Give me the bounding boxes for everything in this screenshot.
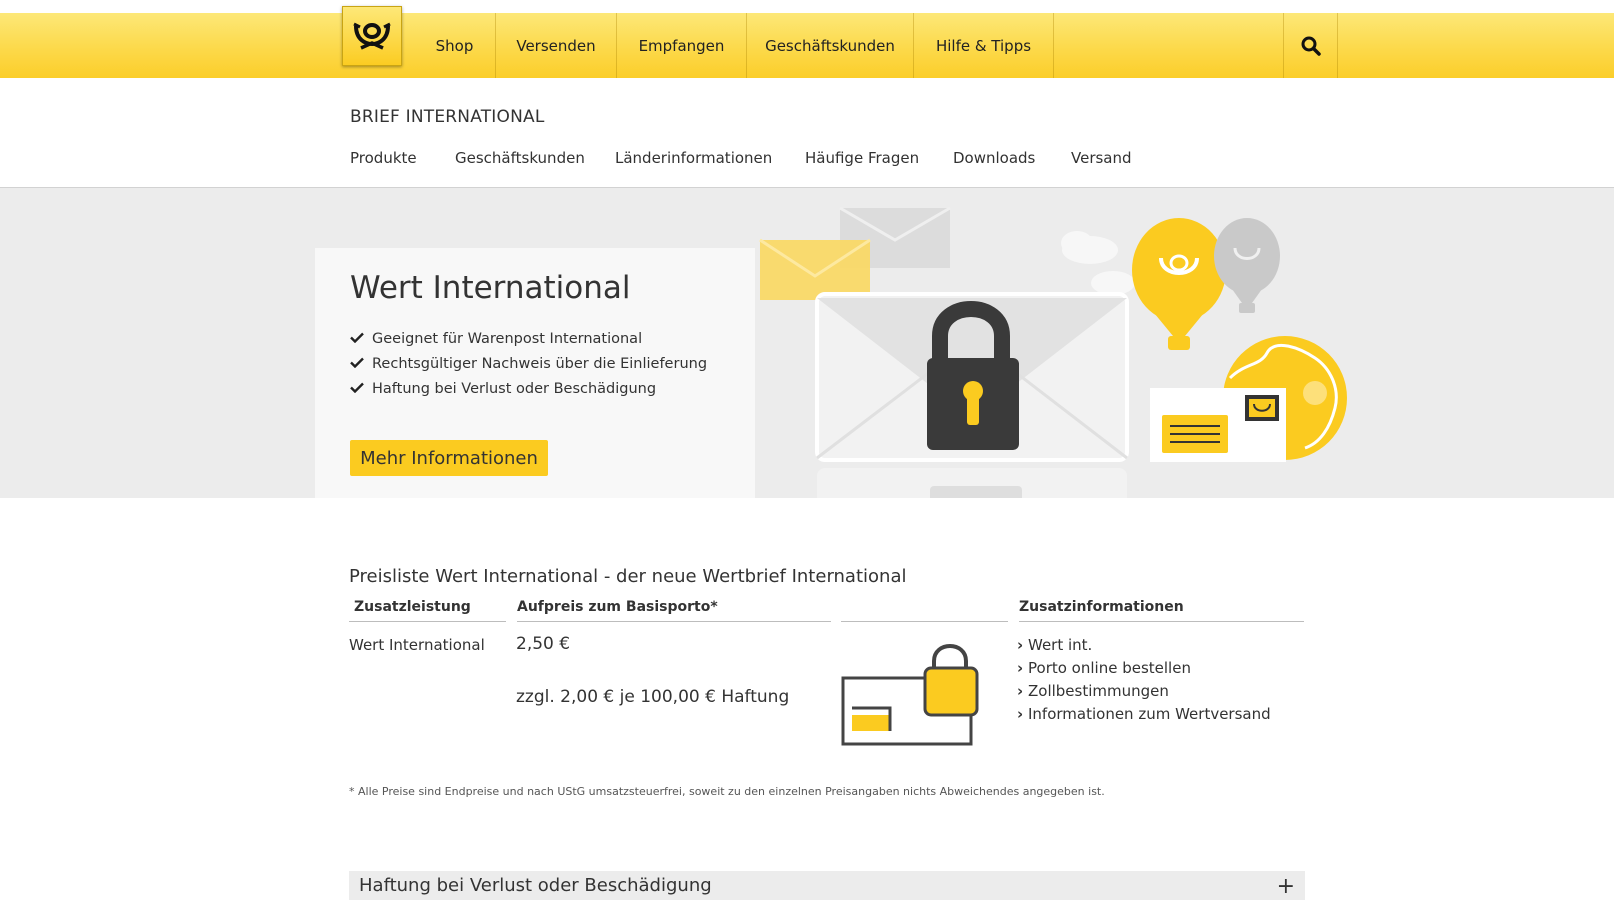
- link-text: Zollbestimmungen: [1028, 681, 1169, 700]
- hero-bullet-list: Geeignet für Warenpost International Rec…: [350, 326, 707, 401]
- search-button[interactable]: [1283, 13, 1338, 78]
- divider: [517, 621, 831, 622]
- posthorn-icon: [353, 22, 391, 50]
- column-header-info: Zusatzinformationen: [1019, 599, 1184, 615]
- cell-service: Wert International: [349, 636, 485, 654]
- link-text: Wert int.: [1028, 635, 1093, 654]
- bullet-text: Geeignet für Warenpost International: [372, 330, 643, 347]
- search-icon: [1301, 36, 1321, 56]
- accordion-liability[interactable]: Haftung bei Verlust oder Beschädigung +: [349, 871, 1305, 900]
- chevron-right-icon: ›: [1017, 704, 1024, 723]
- accordion-label: Haftung bei Verlust oder Beschädigung: [359, 875, 712, 896]
- check-icon: [350, 356, 372, 372]
- nav-hilfe-tipps[interactable]: Hilfe & Tipps: [914, 13, 1054, 78]
- more-info-button[interactable]: Mehr Informationen: [350, 440, 548, 476]
- column-header-service: Zusatzleistung: [354, 599, 471, 615]
- subnav-downloads[interactable]: Downloads: [953, 149, 1035, 167]
- plus-icon: +: [1276, 874, 1295, 899]
- list-item: Rechtsgültiger Nachweis über die Einlief…: [350, 351, 707, 376]
- link-wert-int[interactable]: › Wert int.: [1017, 633, 1271, 656]
- list-item: Haftung bei Verlust oder Beschädigung: [350, 376, 707, 401]
- column-header-surcharge: Aufpreis zum Basisporto*: [517, 599, 718, 615]
- check-icon: [350, 381, 372, 397]
- nav-shop[interactable]: Shop: [414, 13, 496, 78]
- check-icon: [350, 331, 372, 347]
- subnav-geschaeftskunden[interactable]: Geschäftskunden: [455, 149, 585, 167]
- section-title: BRIEF INTERNATIONAL: [350, 107, 545, 127]
- chevron-right-icon: ›: [1017, 635, 1024, 654]
- price-footnote: * Alle Preise sind Endpreise und nach US…: [349, 785, 1105, 798]
- link-text: Porto online bestellen: [1028, 658, 1191, 677]
- link-text: Informationen zum Wertversand: [1028, 704, 1271, 723]
- subnav-versand[interactable]: Versand: [1071, 149, 1132, 167]
- subnav-produkte[interactable]: Produkte: [350, 149, 417, 167]
- list-item: Geeignet für Warenpost International: [350, 326, 707, 351]
- divider: [841, 621, 1008, 622]
- divider: [349, 621, 506, 622]
- link-porto-online[interactable]: › Porto online bestellen: [1017, 656, 1271, 679]
- hero-title: Wert International: [350, 270, 631, 306]
- posthorn-logo[interactable]: [342, 6, 402, 66]
- hero-illustration: [759, 206, 1347, 498]
- value-letter-lock-icon: [841, 644, 979, 746]
- nav-versenden[interactable]: Versenden: [496, 13, 617, 78]
- bullet-text: Haftung bei Verlust oder Beschädigung: [372, 380, 657, 397]
- nav-geschaeftskunden[interactable]: Geschäftskunden: [747, 13, 914, 78]
- divider: [1019, 621, 1304, 622]
- chevron-right-icon: ›: [1017, 658, 1024, 677]
- hero-card: Wert International Geeignet für Warenpos…: [315, 248, 755, 498]
- cell-liability: zzgl. 2,00 € je 100,00 € Haftung: [516, 687, 790, 707]
- subnav-laenderinformationen[interactable]: Länderinformationen: [615, 149, 772, 167]
- link-wertversand[interactable]: › Informationen zum Wertversand: [1017, 702, 1271, 725]
- nav-empfangen[interactable]: Empfangen: [617, 13, 747, 78]
- link-zollbestimmungen[interactable]: › Zollbestimmungen: [1017, 679, 1271, 702]
- cell-price: 2,50 €: [516, 634, 571, 654]
- bullet-text: Rechtsgültiger Nachweis über die Einlief…: [372, 355, 708, 372]
- pricelist-heading: Preisliste Wert International - der neue…: [349, 566, 907, 587]
- hero-banner: Wert International Geeignet für Warenpos…: [0, 188, 1614, 498]
- subnav-haeufige-fragen[interactable]: Häufige Fragen: [805, 149, 919, 167]
- chevron-right-icon: ›: [1017, 681, 1024, 700]
- info-links: › Wert int. › Porto online bestellen › Zoll…: [1017, 633, 1271, 725]
